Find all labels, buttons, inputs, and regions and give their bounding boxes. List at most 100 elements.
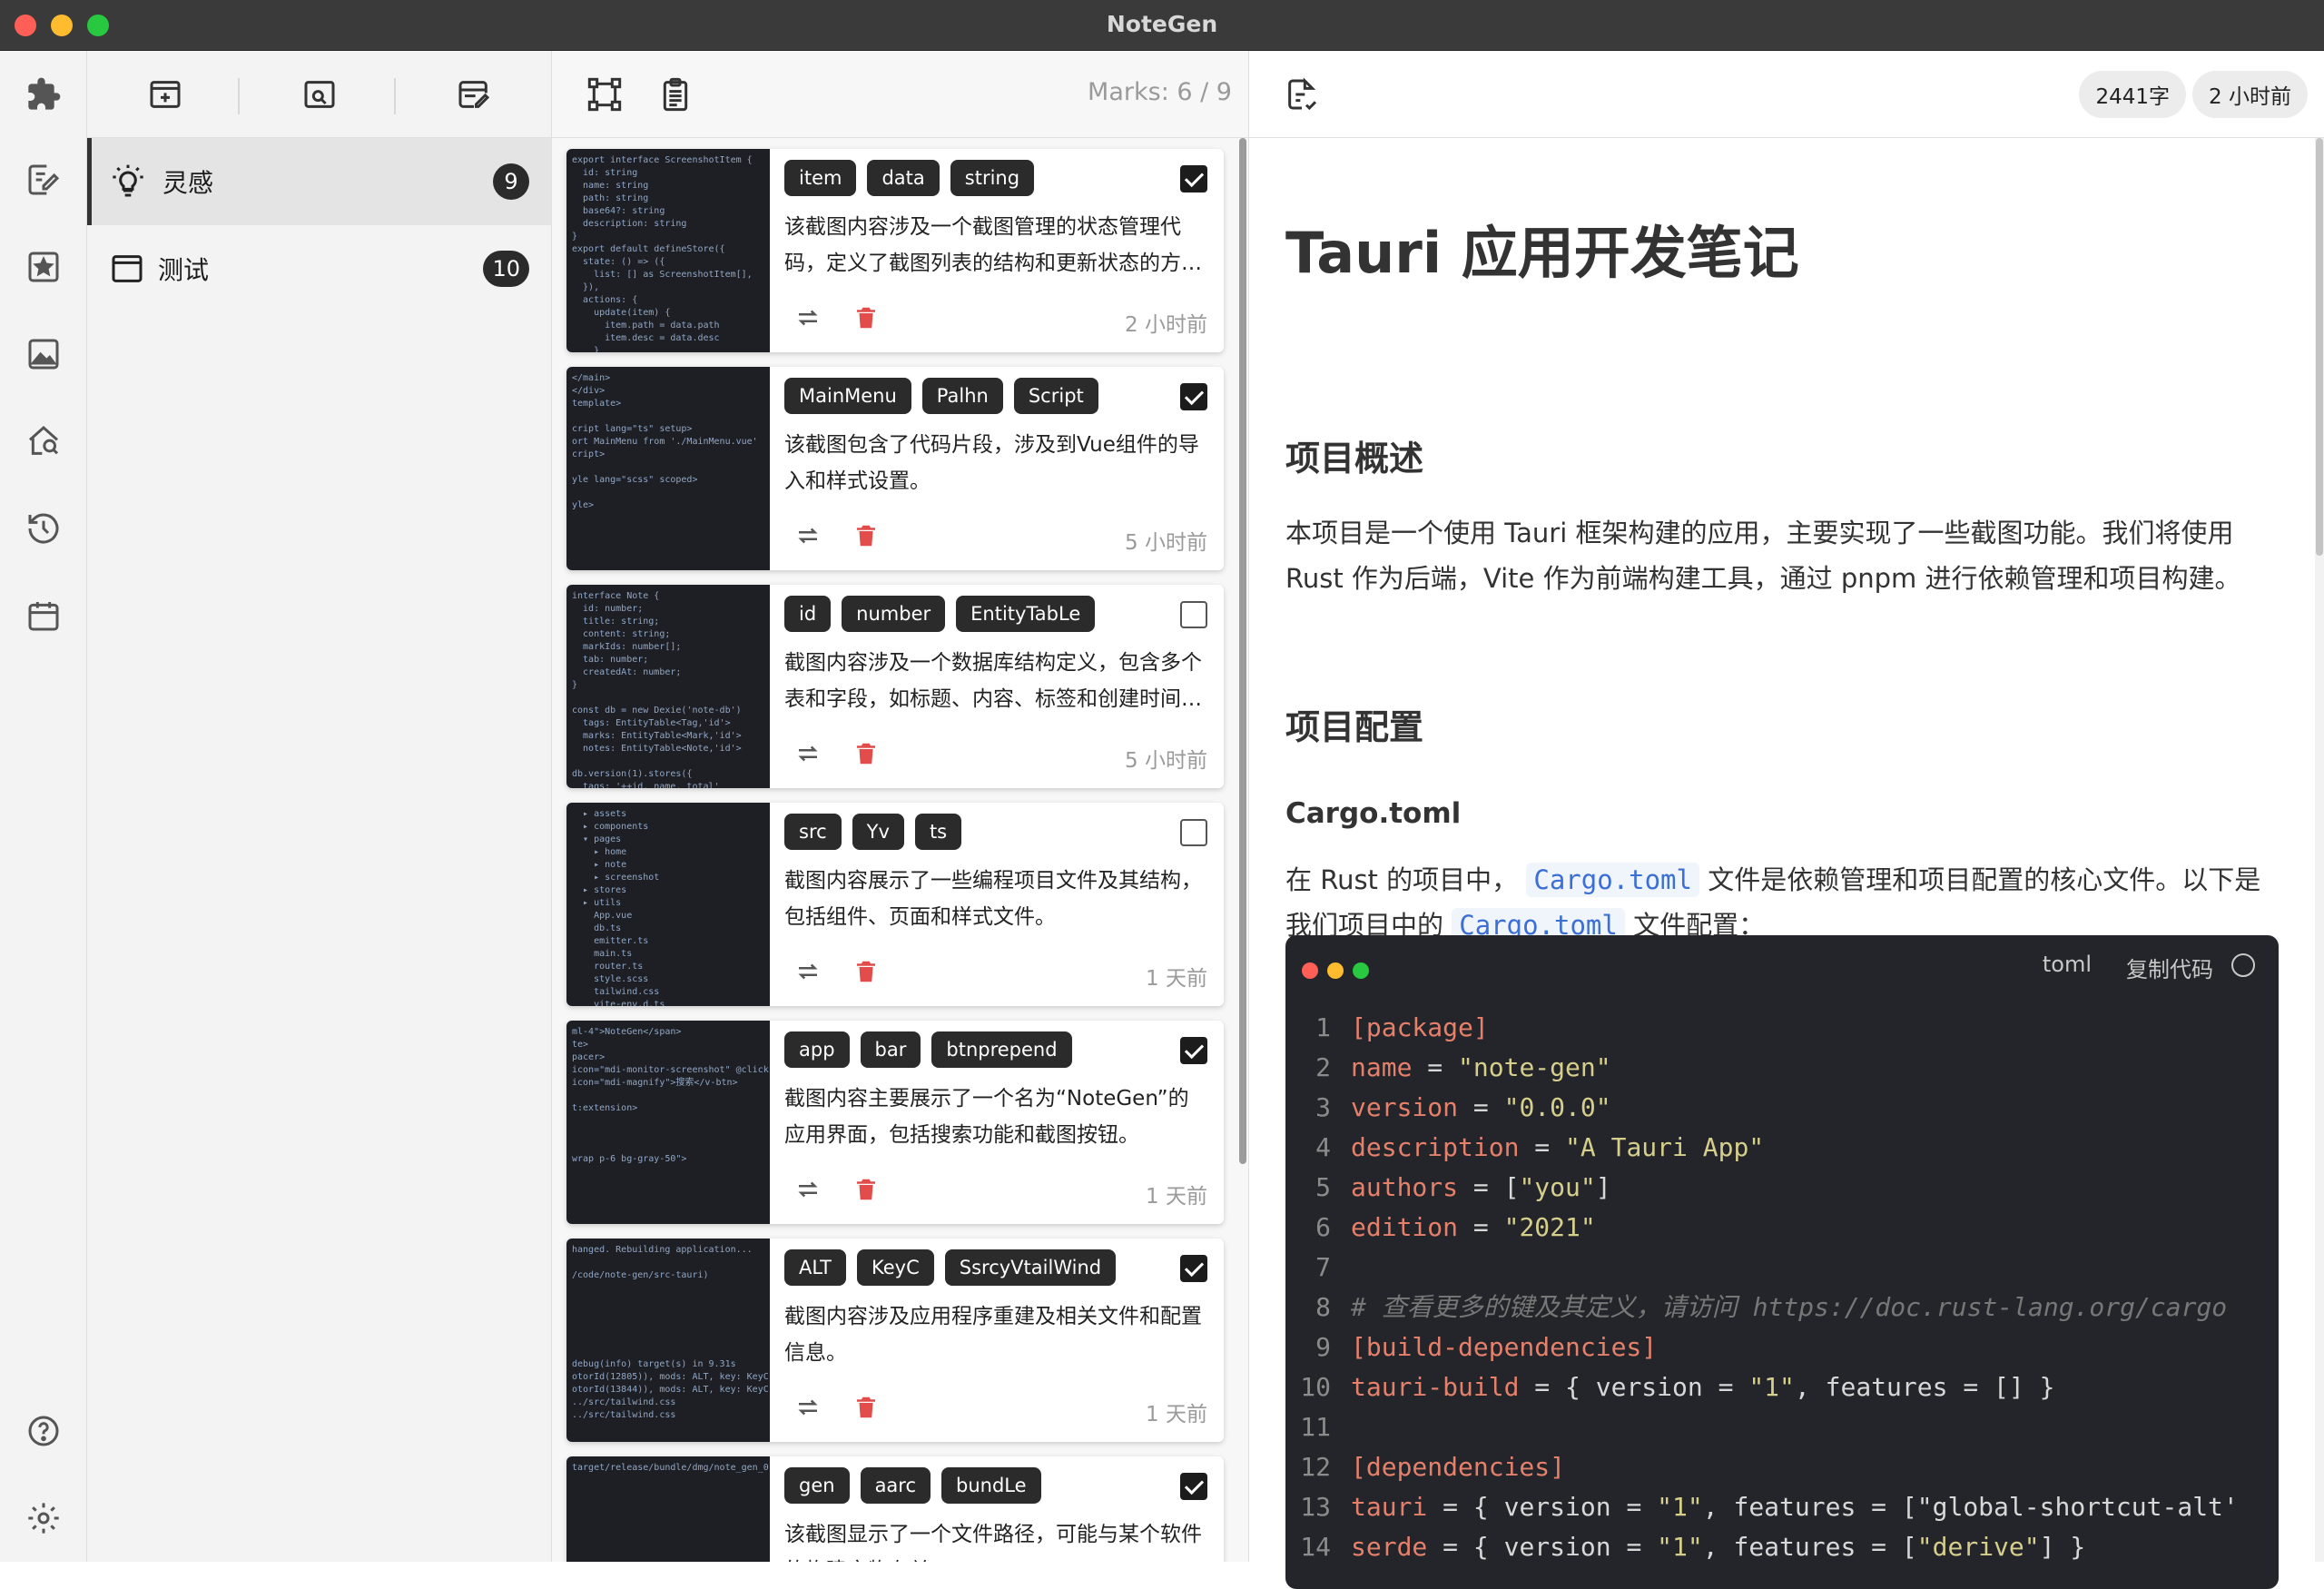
mark-tag-chip[interactable]: bar [860, 1031, 921, 1068]
mark-tag-chip[interactable]: ts [914, 814, 962, 850]
mark-checkbox[interactable] [1180, 383, 1207, 410]
collapse-icon[interactable] [2231, 953, 2255, 977]
image-icon[interactable] [22, 332, 65, 376]
document-title[interactable]: Tauri 应用开发笔记 [1285, 207, 1799, 289]
clipboard-icon[interactable] [654, 73, 697, 116]
document-ai-icon[interactable] [1280, 73, 1324, 116]
mark-thumbnail[interactable]: export interface ScreenshotItem { id: st… [566, 149, 770, 352]
mark-checkbox[interactable] [1180, 601, 1207, 628]
tag-panel: 灵感 9 测试 10 [87, 51, 552, 1562]
delete-icon[interactable] [850, 1173, 882, 1206]
mark-tag-chip[interactable]: Palhn [921, 378, 1003, 414]
move-icon[interactable] [792, 737, 824, 770]
mark-tag-chip[interactable]: number [842, 596, 946, 632]
mark-tag-chip[interactable]: bundLe [941, 1467, 1041, 1504]
mark-tag-chip[interactable]: aarc [860, 1467, 931, 1504]
paragraph-cargo[interactable]: 在 Rust 的项目中， Cargo.toml 文件是依赖管理和项目配置的核心文… [1285, 857, 2266, 948]
move-icon[interactable] [792, 1391, 824, 1424]
code-text: [build-dependencies] [1351, 1332, 1658, 1362]
mark-tag-chip[interactable]: SsrcyVtailWind [944, 1249, 1117, 1286]
mark-thumbnail[interactable]: interface Note { id: number; title: stri… [566, 585, 770, 788]
delete-icon[interactable] [850, 955, 882, 988]
mark-tag-chip[interactable]: id [784, 596, 832, 632]
mark-tag-chip[interactable]: data [867, 160, 940, 196]
mark-tag-chip[interactable]: Script [1013, 378, 1098, 414]
mark-tags: gen aarc bundLe [784, 1467, 1041, 1504]
mark-card[interactable]: target/release/bundle/dmg/note_gen_0.2.0… [566, 1456, 1224, 1562]
history-icon[interactable] [22, 507, 65, 550]
mark-checkbox[interactable] [1180, 1473, 1207, 1500]
mark-card[interactable]: ▸ assets ▸ components ▾ pages ▸ home ▸ n… [566, 803, 1224, 1006]
home-search-icon[interactable] [22, 419, 65, 463]
mark-tag-chip[interactable]: item [784, 160, 857, 196]
delete-icon[interactable] [850, 1391, 882, 1424]
mark-thumbnail[interactable]: hanged. Rebuilding application... /code/… [566, 1239, 770, 1442]
edit-tag-icon[interactable] [452, 73, 496, 116]
mark-tag-chip[interactable]: btnprepend [931, 1031, 1072, 1068]
code-lines: 1 [package] 2 name = "note-gen" 3 version = "… [1285, 1008, 2279, 1567]
tag-item-inspiration[interactable]: 灵感 9 [87, 138, 551, 225]
marks-scrollbar[interactable] [1239, 138, 1246, 1164]
mark-card[interactable]: ml-4">NoteGen</span> te> pacer> icon="md… [566, 1021, 1224, 1224]
code-text: tauri-build = { version = "1", features … [1351, 1372, 2055, 1402]
mark-tag-chip[interactable]: ALT [784, 1249, 847, 1286]
move-icon[interactable] [792, 955, 824, 988]
copy-code-button[interactable]: 复制代码 [2126, 952, 2213, 983]
mark-time: 1 天前 [1146, 1403, 1207, 1426]
code-line: 6 edition = "2021" [1285, 1208, 2279, 1248]
tag-count-badge: 10 [483, 251, 529, 287]
line-number: 7 [1315, 1252, 1331, 1282]
mark-checkbox[interactable] [1180, 1255, 1207, 1282]
code-language: toml [2042, 952, 2092, 977]
delete-icon[interactable] [850, 519, 882, 552]
mark-tag-chip[interactable]: src [784, 814, 842, 850]
settings-icon[interactable] [22, 1496, 65, 1540]
search-tag-icon[interactable] [298, 73, 341, 116]
mark-tag-chip[interactable]: string [950, 160, 1035, 196]
mark-tag-chip[interactable]: Yv [852, 814, 904, 850]
code-line: 10 tauri-build = { version = "1", feature… [1285, 1367, 2279, 1407]
mark-tag-chip[interactable]: MainMenu [784, 378, 911, 414]
mark-thumbnail[interactable]: ml-4">NoteGen</span> te> pacer> icon="md… [566, 1021, 770, 1224]
editor-toolbar: 2441字 2 小时前 [1249, 51, 2324, 138]
delete-icon[interactable] [850, 737, 882, 770]
code-text: [dependencies] [1351, 1452, 1566, 1482]
mark-card[interactable]: export interface ScreenshotItem { id: st… [566, 149, 1224, 352]
editor-scrollbar[interactable] [2315, 138, 2324, 1562]
line-number: 1 [1315, 1012, 1331, 1042]
editor-panel: 2441字 2 小时前 Tauri 应用开发笔记 项目概述 本项目是一个使用 T… [1249, 51, 2324, 1589]
heading-config[interactable]: 项目配置 [1285, 699, 1423, 749]
move-icon[interactable] [792, 1173, 824, 1206]
mark-checkbox[interactable] [1180, 1037, 1207, 1064]
tag-item-test[interactable]: 测试 10 [87, 225, 551, 312]
mark-card[interactable]: interface Note { id: number; title: stri… [566, 585, 1224, 788]
heading-overview[interactable]: 项目概述 [1285, 430, 1423, 480]
mark-tag-chip[interactable]: KeyC [857, 1249, 934, 1286]
move-icon[interactable] [792, 519, 824, 552]
mark-card[interactable]: hanged. Rebuilding application... /code/… [566, 1239, 1224, 1442]
calendar-icon[interactable] [22, 594, 65, 637]
move-icon[interactable] [792, 301, 824, 334]
help-icon[interactable] [22, 1409, 65, 1453]
code-line: 5 authors = ["you"] [1285, 1168, 2279, 1208]
mark-card[interactable]: </main> </div> template> cript lang="ts"… [566, 367, 1224, 570]
add-tag-icon[interactable] [143, 73, 187, 116]
puzzle-icon[interactable] [22, 73, 65, 116]
screenshot-icon[interactable] [583, 73, 626, 116]
mark-tag-chip[interactable]: gen [784, 1467, 850, 1504]
line-number: 2 [1315, 1052, 1331, 1082]
edit-note-icon[interactable] [22, 158, 65, 202]
mark-thumbnail[interactable]: target/release/bundle/dmg/note_gen_0.2.0… [566, 1456, 770, 1562]
delete-icon[interactable] [850, 301, 882, 334]
mark-time: 1 天前 [1146, 967, 1207, 991]
star-icon[interactable] [22, 245, 65, 289]
code-block[interactable]: toml 复制代码 1 [package] 2 name = "note-gen" 3 v… [1285, 935, 2279, 1589]
mark-tag-chip[interactable]: app [784, 1031, 850, 1068]
mark-thumbnail[interactable]: ▸ assets ▸ components ▾ pages ▸ home ▸ n… [566, 803, 770, 1006]
heading-cargo[interactable]: Cargo.toml [1285, 797, 1461, 830]
mark-checkbox[interactable] [1180, 165, 1207, 192]
mark-thumbnail[interactable]: </main> </div> template> cript lang="ts"… [566, 367, 770, 570]
mark-checkbox[interactable] [1180, 819, 1207, 846]
paragraph-overview[interactable]: 本项目是一个使用 Tauri 框架构建的应用，主要实现了一些截图功能。我们将使用… [1285, 510, 2266, 601]
mark-tag-chip[interactable]: EntityTabLe [956, 596, 1096, 632]
